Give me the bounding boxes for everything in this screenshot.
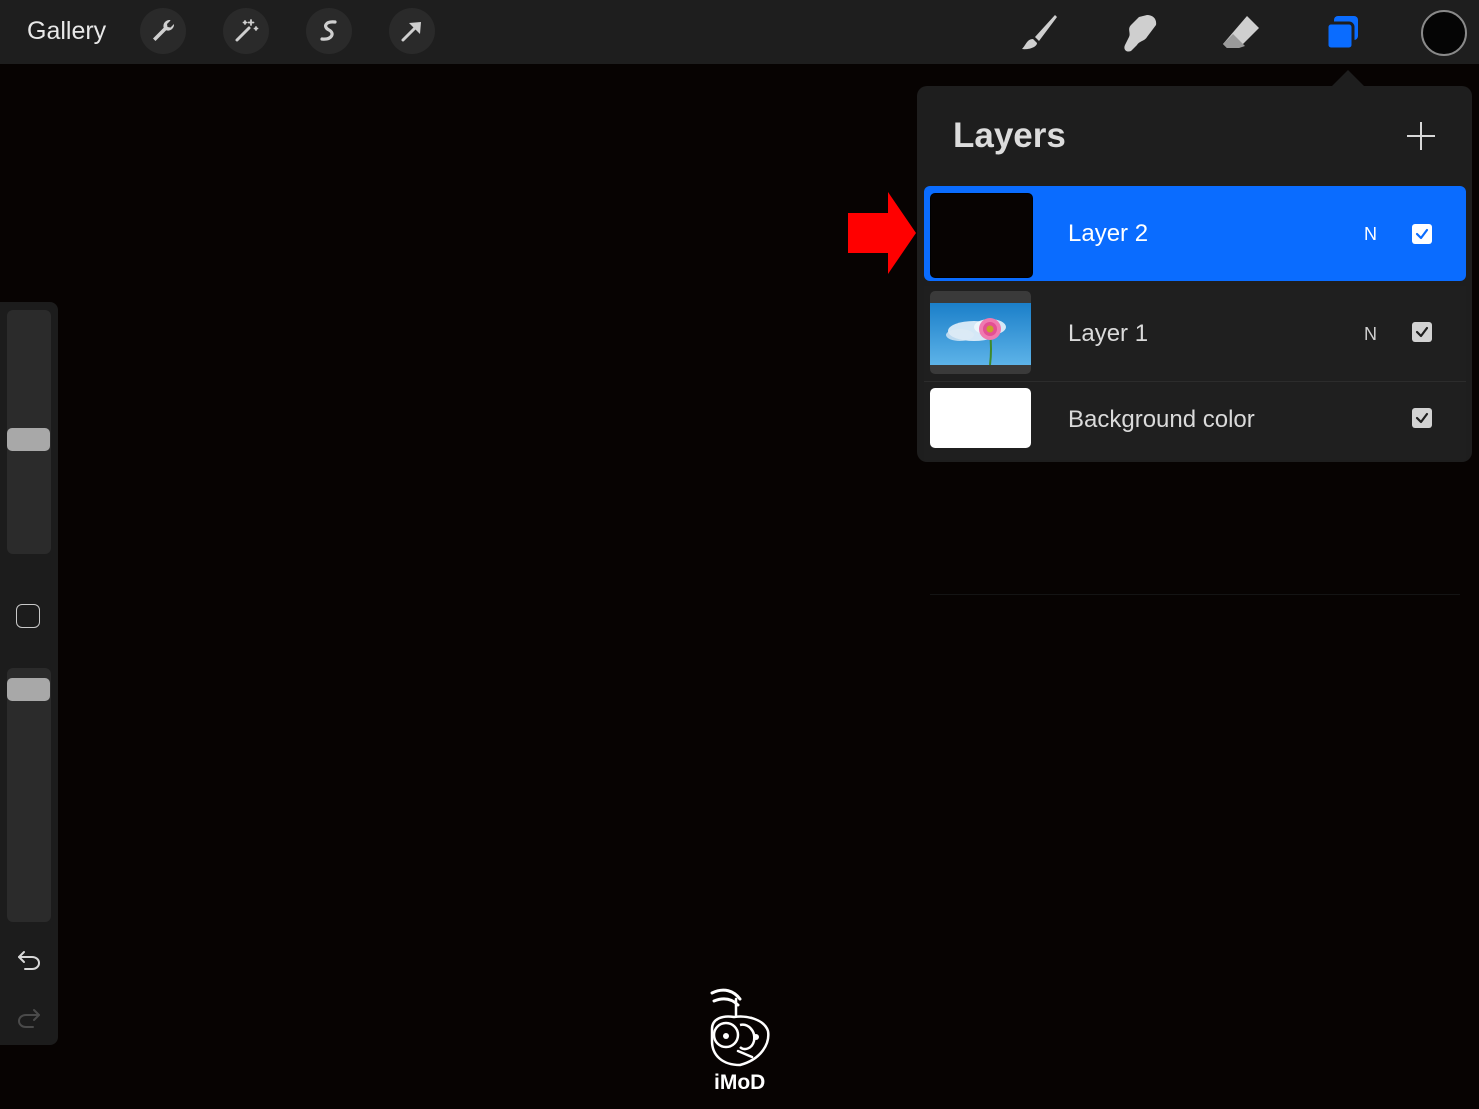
- checkmark-icon: [1415, 228, 1429, 240]
- opacity-thumb[interactable]: [7, 678, 50, 701]
- layers-button[interactable]: [1320, 10, 1366, 56]
- undo-icon[interactable]: [15, 945, 43, 973]
- layer-row-layer-1[interactable]: Layer 1 N: [924, 286, 1466, 381]
- plus-icon[interactable]: [1405, 120, 1437, 152]
- redo-icon[interactable]: [15, 1003, 43, 1031]
- layer-name: Background color: [1068, 406, 1255, 433]
- brush-size-thumb[interactable]: [7, 428, 50, 451]
- layer-thumbnail: [930, 291, 1031, 374]
- checkmark-icon: [1415, 412, 1429, 424]
- blend-mode-button[interactable]: N: [1364, 324, 1377, 345]
- layer-row-background-color[interactable]: Background color: [924, 382, 1466, 460]
- layer-thumbnail: [930, 388, 1031, 448]
- color-picker-button[interactable]: [1421, 10, 1467, 56]
- layer-visibility-checkbox[interactable]: [1412, 224, 1432, 244]
- magic-wand-icon: [235, 19, 259, 42]
- imod-logo-icon: [710, 988, 770, 1067]
- layer-name: Layer 2: [1068, 220, 1149, 247]
- eraser-icon: [1223, 16, 1259, 48]
- layers-panel: Layers Layer 2 N Layer 1 N Background co…: [917, 86, 1472, 462]
- top-toolbar: Gallery: [0, 0, 1479, 64]
- opacity-slider[interactable]: [7, 668, 51, 922]
- eraser-button[interactable]: [1218, 10, 1264, 56]
- transform-button[interactable]: [389, 8, 435, 54]
- red-arrow-annotation-icon: [848, 192, 916, 274]
- modify-square-icon[interactable]: [16, 604, 40, 628]
- selection-button[interactable]: [306, 8, 352, 54]
- layer-name: Layer 1: [1068, 320, 1149, 347]
- layer-row-layer-2[interactable]: Layer 2 N: [924, 186, 1466, 281]
- brush-icon: [1022, 15, 1057, 50]
- layer-visibility-checkbox[interactable]: [1412, 322, 1432, 342]
- selection-icon: [320, 20, 337, 41]
- brush-button[interactable]: [1016, 10, 1062, 56]
- transform-arrow-icon: [401, 22, 421, 42]
- actions-button[interactable]: [140, 8, 186, 54]
- watermark-text: iMoD: [714, 1071, 766, 1094]
- blend-mode-button[interactable]: N: [1364, 224, 1377, 245]
- gallery-button[interactable]: Gallery: [27, 17, 106, 46]
- layers-panel-title: Layers: [953, 116, 1066, 155]
- smudge-icon: [1124, 15, 1157, 52]
- layer-thumbnail: [930, 193, 1033, 278]
- smudge-button[interactable]: [1116, 10, 1162, 56]
- layer-visibility-checkbox[interactable]: [1412, 408, 1432, 428]
- adjustments-button[interactable]: [223, 8, 269, 54]
- left-sidebar: [0, 302, 58, 1045]
- flower-photo-thumbnail: [930, 291, 1031, 374]
- checkmark-icon: [1415, 326, 1429, 338]
- wrench-icon: [153, 19, 175, 41]
- layers-icon: [1325, 16, 1358, 51]
- canvas-divider: [930, 594, 1460, 595]
